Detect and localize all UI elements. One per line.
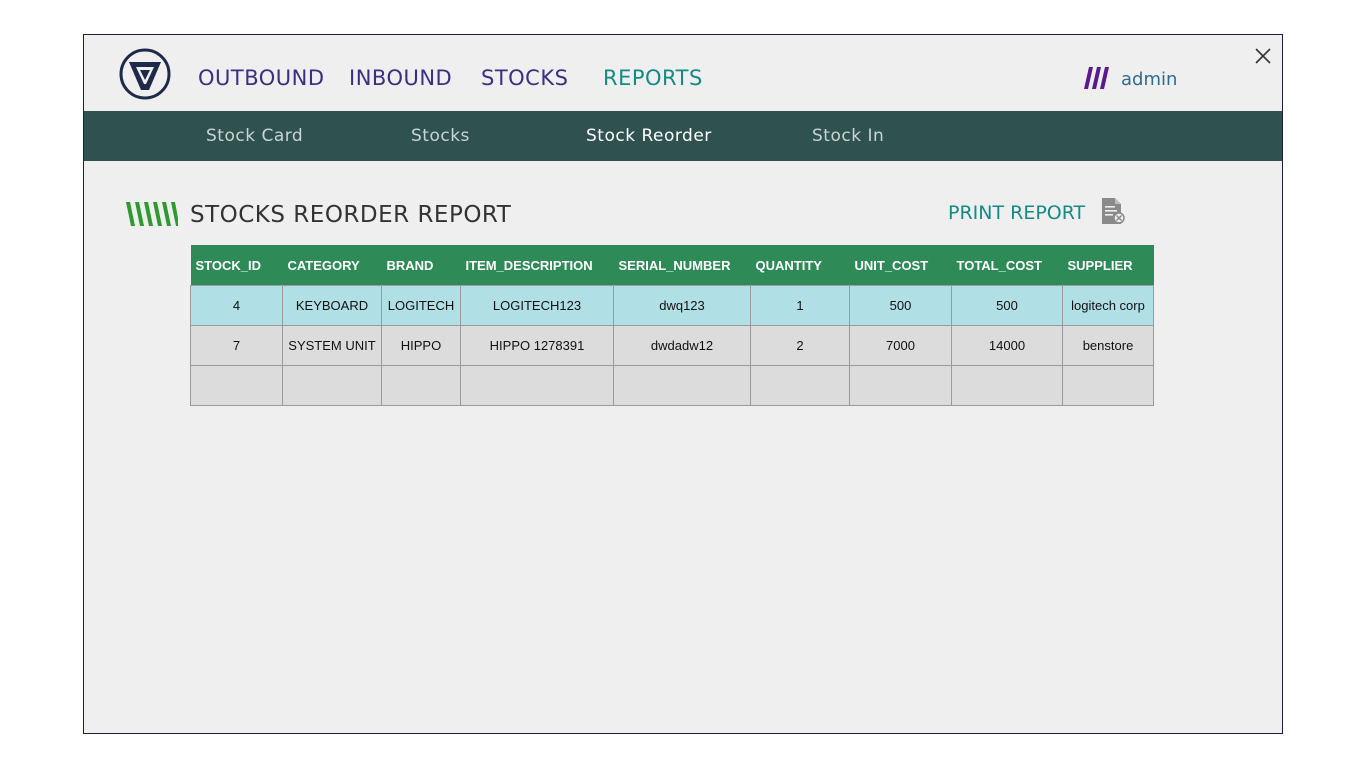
- table-cell[interactable]: 7: [190, 325, 283, 366]
- print-report-button[interactable]: PRINT REPORT: [948, 202, 1085, 224]
- close-icon[interactable]: [1254, 47, 1272, 65]
- nav-inbound[interactable]: INBOUND: [349, 66, 452, 90]
- column-header-serial-number[interactable]: SERIAL_NUMBER: [613, 245, 751, 286]
- subnav-stock-reorder[interactable]: Stock Reorder: [586, 126, 712, 146]
- table-cell[interactable]: HIPPO: [381, 325, 461, 366]
- table-cell[interactable]: KEYBOARD: [282, 285, 382, 326]
- table-cell[interactable]: SYSTEM UNIT: [282, 325, 382, 366]
- subnav-stocks[interactable]: Stocks: [411, 126, 470, 146]
- column-header-brand[interactable]: BRAND: [381, 245, 461, 286]
- app-logo-icon: [119, 48, 171, 100]
- column-header-supplier[interactable]: SUPPLIER: [1062, 245, 1154, 286]
- table-cell[interactable]: [190, 365, 283, 406]
- stock-reorder-table[interactable]: STOCK_ID CATEGORY BRAND ITEM_DESCRIPTION…: [190, 245, 1154, 406]
- user-name: admin: [1121, 69, 1178, 90]
- title-stripes-icon: [126, 202, 178, 226]
- table-cell[interactable]: [849, 365, 952, 406]
- column-header-stock-id[interactable]: STOCK_ID: [190, 245, 283, 286]
- nav-stocks[interactable]: STOCKS: [481, 66, 568, 90]
- table-cell[interactable]: logitech corp: [1062, 285, 1154, 326]
- table-cell[interactable]: 1: [750, 285, 850, 326]
- column-header-unit-cost[interactable]: UNIT_COST: [849, 245, 952, 286]
- table-cell[interactable]: 2: [750, 325, 850, 366]
- table-cell[interactable]: benstore: [1062, 325, 1154, 366]
- subnav-stock-card[interactable]: Stock Card: [206, 126, 303, 146]
- table-cell[interactable]: [613, 365, 751, 406]
- table-cell[interactable]: 500: [951, 285, 1063, 326]
- table-cell[interactable]: HIPPO 1278391: [460, 325, 614, 366]
- column-header-total-cost[interactable]: TOTAL_COST: [951, 245, 1063, 286]
- column-header-category[interactable]: CATEGORY: [282, 245, 382, 286]
- table-cell[interactable]: LOGITECH: [381, 285, 461, 326]
- table-cell[interactable]: LOGITECH123: [460, 285, 614, 326]
- sub-navigation-bar: Stock Card Stocks Stock Reorder Stock In: [84, 111, 1282, 161]
- table-cell[interactable]: 14000: [951, 325, 1063, 366]
- table-cell[interactable]: [1062, 365, 1154, 406]
- table-row-new[interactable]: [190, 365, 1154, 406]
- table-row[interactable]: 7 SYSTEM UNIT HIPPO HIPPO 1278391 dwdadw…: [190, 325, 1154, 366]
- table-cell[interactable]: [282, 365, 382, 406]
- app-window: OUTBOUND INBOUND STOCKS REPORTS admin St…: [83, 34, 1283, 734]
- column-header-quantity[interactable]: QUANTITY: [750, 245, 850, 286]
- table-cell[interactable]: [750, 365, 850, 406]
- subnav-stock-in[interactable]: Stock In: [812, 126, 884, 146]
- table-cell[interactable]: dwq123: [613, 285, 751, 326]
- table-row[interactable]: 4 KEYBOARD LOGITECH LOGITECH123 dwq123 1…: [190, 285, 1154, 326]
- top-navigation-bar: OUTBOUND INBOUND STOCKS REPORTS admin: [84, 35, 1282, 111]
- table-cell[interactable]: 7000: [849, 325, 952, 366]
- table-cell[interactable]: [460, 365, 614, 406]
- table-cell[interactable]: 500: [849, 285, 952, 326]
- table-cell[interactable]: dwdadw12: [613, 325, 751, 366]
- user-stripes-icon: [1084, 67, 1109, 89]
- column-header-item-description[interactable]: ITEM_DESCRIPTION: [460, 245, 614, 286]
- report-document-icon[interactable]: [1100, 197, 1126, 225]
- table-cell[interactable]: [951, 365, 1063, 406]
- table-cell[interactable]: [381, 365, 461, 406]
- nav-outbound[interactable]: OUTBOUND: [198, 66, 325, 90]
- table-cell[interactable]: 4: [190, 285, 283, 326]
- nav-reports[interactable]: REPORTS: [603, 66, 703, 90]
- table-header-row: STOCK_ID CATEGORY BRAND ITEM_DESCRIPTION…: [190, 245, 1154, 286]
- page-title: STOCKS REORDER REPORT: [190, 202, 512, 228]
